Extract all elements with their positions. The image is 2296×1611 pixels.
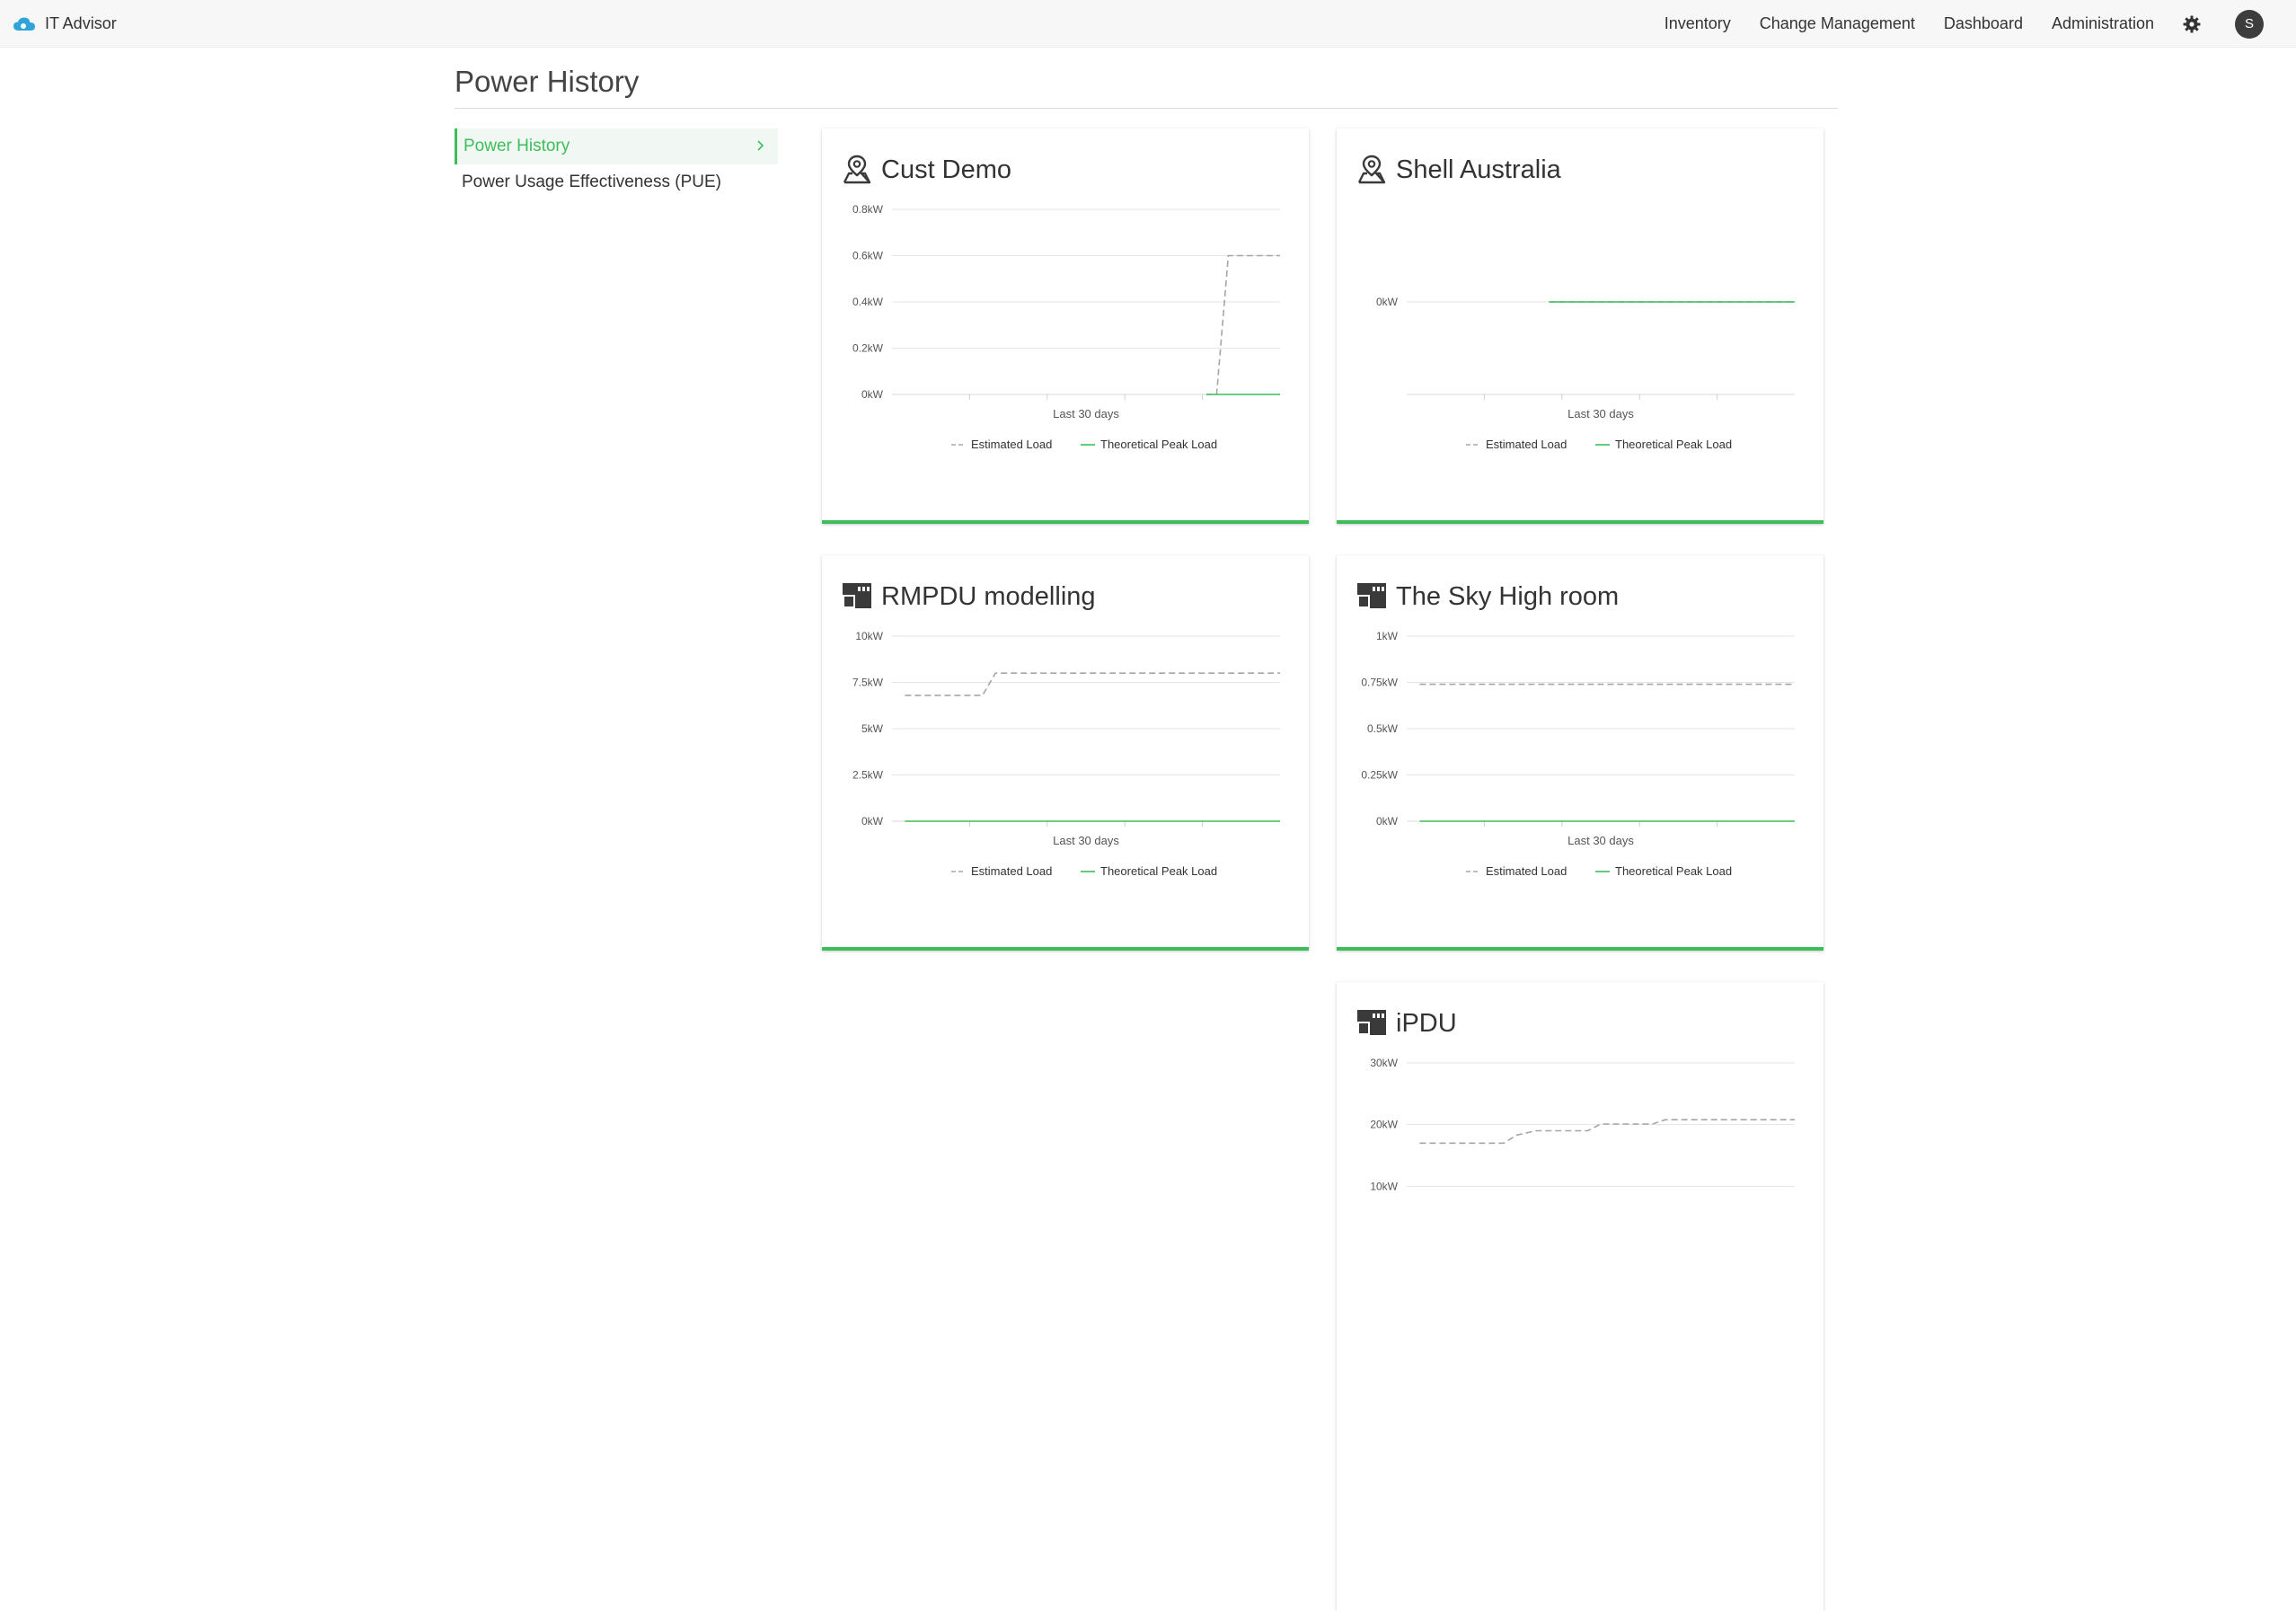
location-pin-icon <box>842 154 872 184</box>
y-tick-label: 0.75kW <box>1361 677 1398 689</box>
page-title: Power History <box>455 65 640 98</box>
power-chart: 0kW 0.2kW 0.4kW 0.6kW 0.8kW Last 30 days Estim… <box>852 203 1280 451</box>
sidebar-item-pue[interactable]: Power Usage Effectiveness (PUE) <box>455 164 778 200</box>
y-tick-label: 2.5kW <box>852 769 884 782</box>
y-tick-label: 0.8kW <box>852 203 884 216</box>
y-tick-label: 0kW <box>1376 815 1399 828</box>
y-tick-label: 0kW <box>1376 296 1399 308</box>
title-divider <box>455 108 1838 109</box>
y-tick-label: 0kW <box>861 815 884 828</box>
sidebar-item-label: Power History <box>464 137 570 155</box>
card-title: The Sky High room <box>1396 582 1620 611</box>
y-tick-label: 0.5kW <box>1367 722 1399 735</box>
nav-change-management[interactable]: Change Management <box>1760 14 1915 33</box>
y-tick-label: 5kW <box>861 722 884 735</box>
nav-administration[interactable]: Administration <box>2052 14 2154 33</box>
legend-label-estimated: Estimated Load <box>971 864 1052 878</box>
legend-label-estimated: Estimated Load <box>1486 438 1567 451</box>
nav-inventory[interactable]: Inventory <box>1665 14 1731 33</box>
rack-pdu-icon <box>1356 580 1387 611</box>
card-header: Cust Demo <box>842 154 1011 184</box>
app-name: IT Advisor <box>45 14 117 32</box>
card-title: Shell Australia <box>1396 155 1561 184</box>
card-header: The Sky High room <box>1356 580 1619 611</box>
power-card-cust-demo: Cust Demo 0kW 0.2kW 0.4kW 0.6kW 0.8kW Last 30 … <box>822 128 1309 524</box>
y-tick-label: 20kW <box>1370 1119 1398 1131</box>
y-tick-label: 0.2kW <box>852 342 884 355</box>
power-card-sky-high-room: The Sky High room 0kW 0.25kW 0.5kW 0.75kW 1kW… <box>1337 555 1824 951</box>
y-tick-label: 0.4kW <box>852 296 884 308</box>
power-chart: 0kW 0.25kW 0.5kW 0.75kW 1kW Last 30 days Estim… <box>1361 630 1795 878</box>
series-estimated-load <box>905 672 1280 696</box>
legend-label-peak: Theoretical Peak Load <box>1615 864 1732 878</box>
y-tick-label: 0.25kW <box>1361 769 1398 782</box>
location-pin-icon <box>1356 154 1387 184</box>
y-tick-label: 1kW <box>1376 630 1399 642</box>
y-tick-label: 30kW <box>1370 1057 1398 1069</box>
main-nav: Inventory Change Management Dashboard Ad… <box>1665 0 2296 48</box>
y-tick-label: 0kW <box>861 388 884 401</box>
x-axis-label: Last 30 days <box>1053 834 1119 847</box>
card-title: Cust Demo <box>881 155 1012 184</box>
chevron-right-icon <box>757 140 764 151</box>
x-axis-label: Last 30 days <box>1567 407 1634 420</box>
legend-label-peak: Theoretical Peak Load <box>1100 438 1217 451</box>
user-avatar[interactable]: S <box>2235 9 2264 39</box>
power-chart: 0kW 2.5kW 5kW 7.5kW 10kW Last 30 days Estimate… <box>852 630 1280 878</box>
power-card-shell-australia: Shell Australia 0kW Last 30 days Estimated … <box>1337 128 1824 524</box>
sidebar-item-label: Power Usage Effectiveness (PUE) <box>462 173 721 191</box>
series-estimated-load <box>1205 254 1280 395</box>
series-estimated-load <box>1419 1119 1795 1145</box>
rack-pdu-icon <box>842 580 872 611</box>
y-tick-label: 10kW <box>1370 1180 1398 1192</box>
legend-label-estimated: Estimated Load <box>971 438 1052 451</box>
gear-icon[interactable] <box>2183 14 2203 34</box>
sidebar: Power History Power Usage Effectiveness … <box>455 128 778 200</box>
card-title: RMPDU modelling <box>881 582 1096 611</box>
gear-icon-glyph <box>2183 15 2201 32</box>
y-tick-label: 0.6kW <box>852 250 884 262</box>
power-card-ipdu: iPDU 10kW 20kW 30kW <box>1337 982 1824 1611</box>
x-axis-label: Last 30 days <box>1053 407 1119 420</box>
card-header: iPDU <box>1356 1007 1457 1038</box>
x-axis-label: Last 30 days <box>1567 834 1634 847</box>
card-header: RMPDU modelling <box>842 580 1096 611</box>
power-card-rmpdu-modelling: RMPDU modelling 0kW 2.5kW 5kW 7.5kW 10kW Last … <box>822 555 1309 951</box>
y-tick-label: 10kW <box>855 630 883 642</box>
legend-label-peak: Theoretical Peak Load <box>1100 864 1217 878</box>
cloud-logo-icon <box>13 17 35 31</box>
nav-dashboard[interactable]: Dashboard <box>1944 14 2023 33</box>
rack-pdu-icon <box>1356 1007 1387 1038</box>
card-title: iPDU <box>1396 1009 1457 1038</box>
top-bar: IT Advisor Inventory Change Management D… <box>0 0 2296 48</box>
sidebar-item-power-history[interactable]: Power History <box>455 128 778 164</box>
brand[interactable]: IT Advisor <box>13 0 117 48</box>
legend-label-peak: Theoretical Peak Load <box>1615 438 1732 451</box>
power-chart: 0kW Last 30 days Estimated Load Theoretical… <box>1376 296 1795 451</box>
legend-label-estimated: Estimated Load <box>1486 864 1567 878</box>
power-chart: 10kW 20kW 30kW <box>1370 1057 1795 1192</box>
card-header: Shell Australia <box>1356 154 1561 184</box>
y-tick-label: 7.5kW <box>852 677 884 689</box>
